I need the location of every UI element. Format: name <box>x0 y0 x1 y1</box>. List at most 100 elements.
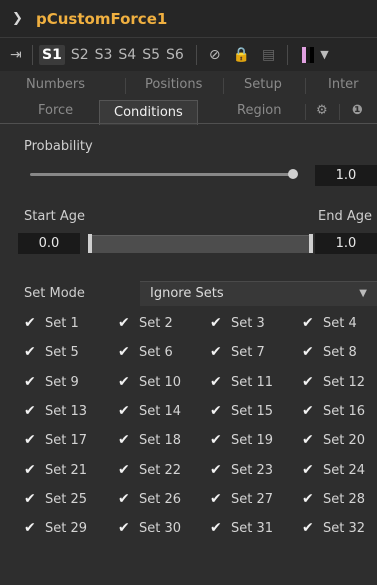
set-checkbox-label: Set 2 <box>139 316 173 331</box>
set-checkbox[interactable]: ✔ Set 26 <box>118 492 181 507</box>
set-checkbox[interactable]: ✔ Set 23 <box>210 463 273 478</box>
set-checkbox[interactable]: ✔ Set 11 <box>210 375 273 390</box>
slot-s2[interactable]: S2 <box>71 47 89 63</box>
set-checkbox[interactable]: ✔ Set 30 <box>118 521 181 536</box>
set-checkbox-label: Set 11 <box>231 374 274 390</box>
checkmark-icon: ✔ <box>210 373 222 390</box>
set-checkbox-label: Set 15 <box>231 403 274 419</box>
tab-force[interactable]: Force <box>38 103 73 118</box>
info-icon[interactable]: ❶ <box>352 103 363 118</box>
set-checkbox[interactable]: ✔ Set 8 <box>302 345 357 360</box>
checkmark-icon: ✔ <box>210 432 222 449</box>
tab-setup[interactable]: Setup <box>244 77 282 92</box>
slot-s1[interactable]: S1 <box>39 44 65 65</box>
reset-icon[interactable]: ▤ <box>262 47 275 63</box>
age-range-bar[interactable] <box>90 235 312 253</box>
checkmark-icon: ✔ <box>24 490 36 507</box>
set-checkbox[interactable]: ✔ Set 29 <box>24 521 87 536</box>
set-checkbox-label: Set 12 <box>323 374 366 390</box>
end-age-value-field[interactable]: 1.0 <box>315 233 377 254</box>
color-dropdown-icon[interactable]: ▼ <box>320 48 328 61</box>
checkmark-icon: ✔ <box>24 315 36 331</box>
set-checkbox-label: Set 4 <box>323 316 357 331</box>
toolbar-divider <box>287 44 289 65</box>
set-checkbox-label: Set 28 <box>323 491 366 507</box>
set-checkbox[interactable]: ✔ Set 32 <box>302 521 365 536</box>
slot-s5[interactable]: S5 <box>142 47 160 63</box>
set-checkbox[interactable]: ✔ Set 17 <box>24 433 87 448</box>
set-checkbox[interactable]: ✔ Set 12 <box>302 375 365 390</box>
set-checkbox-label: Set 24 <box>323 462 366 478</box>
probability-value-field[interactable]: 1.0 <box>315 165 377 186</box>
set-checkbox[interactable]: ✔ Set 7 <box>210 345 265 360</box>
tab-numbers[interactable]: Numbers <box>26 77 85 92</box>
set-checkbox-label: Set 16 <box>323 403 366 419</box>
collapse-chevron-icon[interactable]: ❯ <box>12 11 24 26</box>
set-checkbox[interactable]: ✔ Set 1 <box>24 316 79 331</box>
set-checkbox[interactable]: ✔ Set 13 <box>24 404 87 419</box>
tab-positions[interactable]: Positions <box>145 77 202 92</box>
set-checkbox-label: Set 18 <box>139 433 182 449</box>
checkmark-icon: ✔ <box>118 461 130 478</box>
end-age-handle[interactable] <box>309 234 313 253</box>
toolbar-divider <box>32 44 33 65</box>
slot-s6[interactable]: S6 <box>166 47 184 63</box>
start-age-label: Start Age <box>24 209 86 224</box>
set-checkbox[interactable]: ✔ Set 21 <box>24 463 87 478</box>
probability-slider-handle[interactable] <box>288 169 298 179</box>
checkmark-icon: ✔ <box>118 315 130 331</box>
checkmark-icon: ✔ <box>118 344 130 361</box>
set-checkbox[interactable]: ✔ Set 19 <box>210 433 273 448</box>
set-checkbox[interactable]: ✔ Set 22 <box>118 463 181 478</box>
start-age-handle[interactable] <box>88 234 92 253</box>
set-checkbox[interactable]: ✔ Set 3 <box>210 316 265 331</box>
set-checkbox[interactable]: ✔ Set 9 <box>24 375 79 390</box>
node-title-bar[interactable]: ❯ pCustomForce1 <box>0 0 377 37</box>
set-checkbox[interactable]: ✔ Set 20 <box>302 433 365 448</box>
checkmark-icon: ✔ <box>210 490 222 507</box>
color-swatch[interactable] <box>302 46 315 63</box>
set-checkbox[interactable]: ✔ Set 10 <box>118 375 181 390</box>
disable-icon[interactable]: ⊘ <box>209 47 221 63</box>
tab-region[interactable]: Region <box>237 103 282 118</box>
panel-divider <box>0 123 377 124</box>
set-checkbox-label: Set 5 <box>45 345 79 361</box>
slot-s3[interactable]: S3 <box>95 47 113 63</box>
set-checkbox[interactable]: ✔ Set 28 <box>302 492 365 507</box>
set-checkbox[interactable]: ✔ Set 16 <box>302 404 365 419</box>
set-checkbox[interactable]: ✔ Set 4 <box>302 316 357 331</box>
set-checkbox-label: Set 8 <box>323 345 357 361</box>
set-checkbox[interactable]: ✔ Set 25 <box>24 492 87 507</box>
set-checkbox[interactable]: ✔ Set 18 <box>118 433 181 448</box>
set-checkbox[interactable]: ✔ Set 31 <box>210 521 273 536</box>
gear-icon[interactable]: ⚙ <box>316 103 328 118</box>
set-checkbox[interactable]: ✔ Set 15 <box>210 404 273 419</box>
pin-icon[interactable]: ⇥ <box>10 47 26 63</box>
checkmark-icon: ✔ <box>118 402 130 419</box>
probability-label: Probability <box>24 139 93 154</box>
set-checkbox[interactable]: ✔ Set 2 <box>118 316 173 331</box>
set-checkbox-label: Set 30 <box>139 521 182 537</box>
set-checkbox[interactable]: ✔ Set 24 <box>302 463 365 478</box>
checkmark-icon: ✔ <box>210 461 222 478</box>
set-checkbox[interactable]: ✔ Set 27 <box>210 492 273 507</box>
set-checkbox[interactable]: ✔ Set 6 <box>118 345 173 360</box>
set-checkbox-label: Set 27 <box>231 491 274 507</box>
lock-icon[interactable]: 🔒 <box>233 47 250 63</box>
tab-conditions[interactable]: Conditions <box>99 100 198 125</box>
toolbar-divider <box>195 44 197 65</box>
checkmark-icon: ✔ <box>302 520 314 537</box>
set-checkbox[interactable]: ✔ Set 14 <box>118 404 181 419</box>
checkmark-icon: ✔ <box>210 520 222 537</box>
start-age-value-field[interactable]: 0.0 <box>18 233 80 254</box>
set-checkbox[interactable]: ✔ Set 5 <box>24 345 79 360</box>
tab-inter[interactable]: Inter <box>328 77 359 92</box>
slot-s4[interactable]: S4 <box>118 47 136 63</box>
probability-slider-track[interactable] <box>30 173 294 176</box>
set-checkbox-label: Set 17 <box>45 433 88 449</box>
set-checkbox-label: Set 6 <box>139 345 173 361</box>
set-mode-dropdown[interactable]: Ignore Sets ▼ <box>140 281 377 306</box>
checkmark-icon: ✔ <box>302 344 314 361</box>
set-checkbox-label: Set 20 <box>323 433 366 449</box>
checkmark-icon: ✔ <box>118 432 130 449</box>
